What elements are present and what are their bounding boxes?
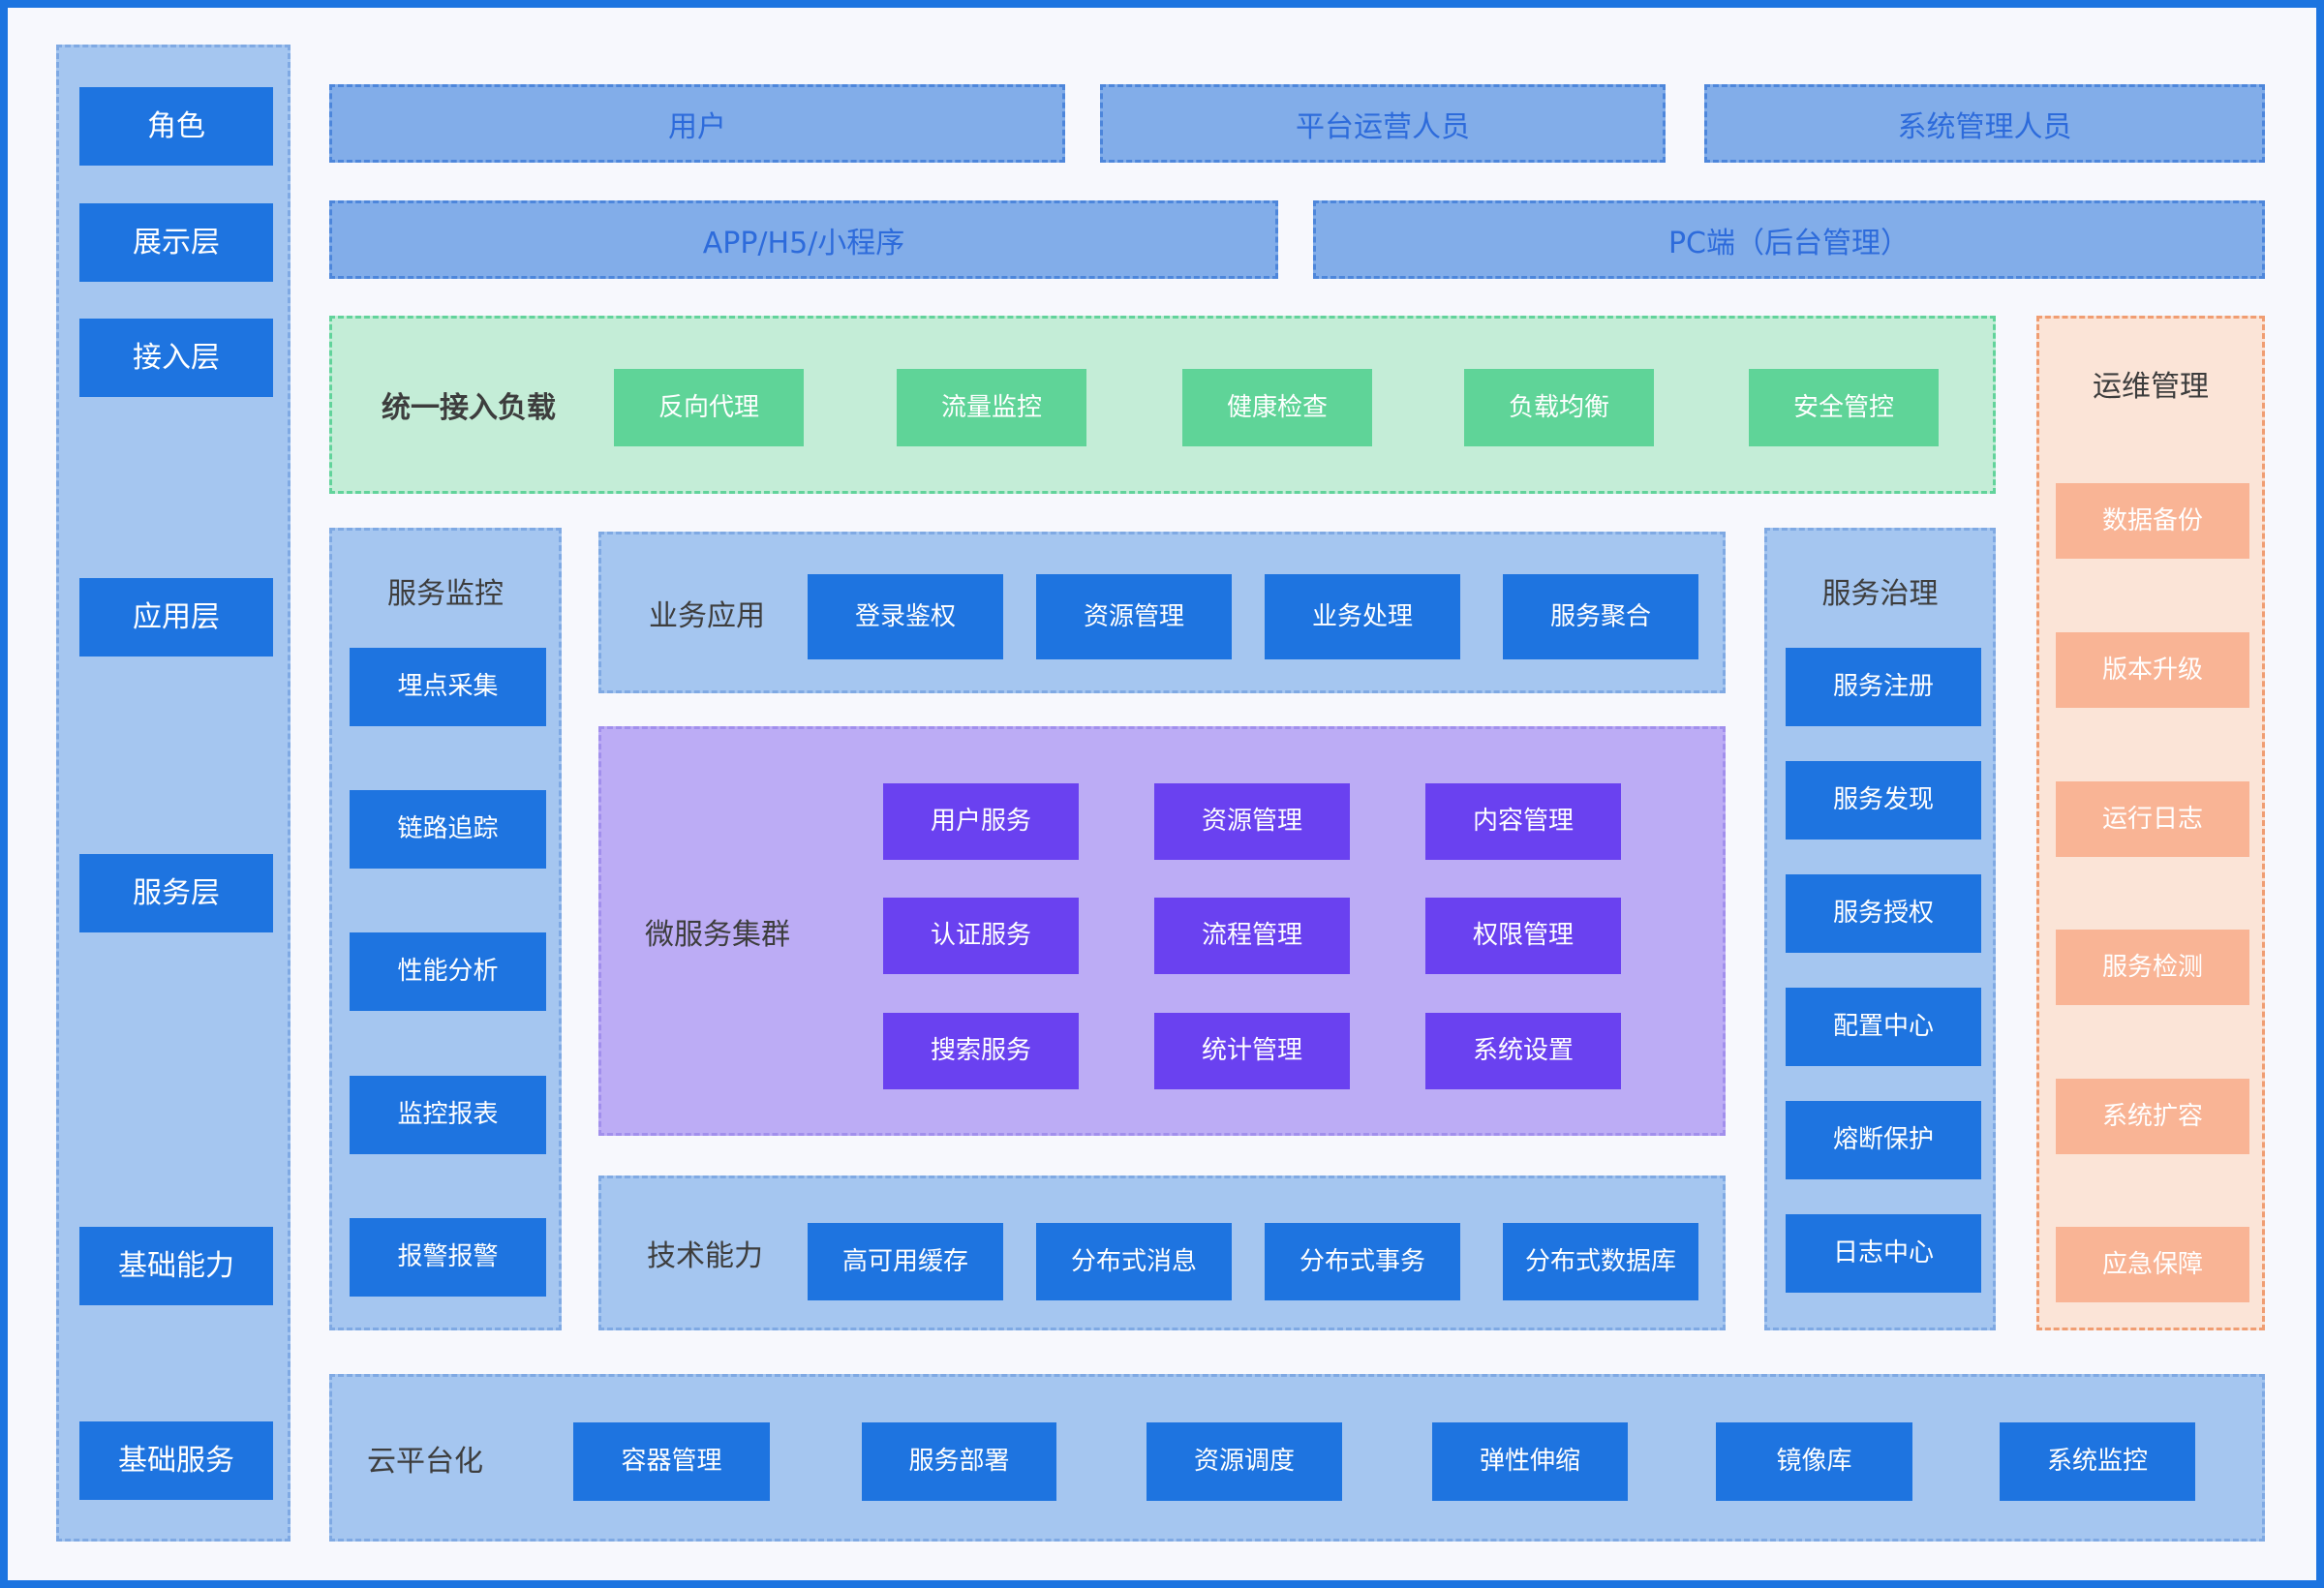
access-chip-security-control: 安全管控 bbox=[1749, 369, 1939, 446]
governance-chip-log-center: 日志中心 bbox=[1786, 1214, 1981, 1293]
monitor-chip-alarm: 报警报警 bbox=[350, 1218, 546, 1297]
role-box-platform-operator: 平台运营人员 bbox=[1100, 84, 1666, 163]
business-chip-login-auth: 登录鉴权 bbox=[808, 574, 1003, 659]
ops-chip-runtime-log: 运行日志 bbox=[2056, 781, 2249, 857]
microservice-cluster-label: 微服务集群 bbox=[645, 729, 790, 1133]
cloud-chip-resource-scheduling: 资源调度 bbox=[1147, 1422, 1342, 1501]
tech-chip-ha-cache: 高可用缓存 bbox=[808, 1223, 1003, 1300]
sidebar-item-role: 角色 bbox=[79, 87, 273, 166]
micro-chip-stats-mgmt: 统计管理 bbox=[1154, 1013, 1350, 1089]
micro-chip-content-mgmt: 内容管理 bbox=[1425, 783, 1621, 860]
sidebar-item-presentation-layer: 展示层 bbox=[79, 203, 273, 282]
service-monitor-title: 服务监控 bbox=[332, 569, 559, 612]
governance-chip-service-register: 服务注册 bbox=[1786, 648, 1981, 726]
unified-access-panel: 统一接入负载 反向代理 流量监控 健康检查 负载均衡 安全管控 bbox=[329, 316, 1996, 494]
micro-chip-resource-mgmt: 资源管理 bbox=[1154, 783, 1350, 860]
ops-chip-service-inspection: 服务检测 bbox=[2056, 930, 2249, 1005]
tech-capability-label: 技术能力 bbox=[647, 1178, 763, 1328]
business-chip-business-process: 业务处理 bbox=[1265, 574, 1460, 659]
ops-chip-data-backup: 数据备份 bbox=[2056, 483, 2249, 559]
governance-chip-circuit-breaker: 熔断保护 bbox=[1786, 1101, 1981, 1179]
tech-chip-distributed-transaction: 分布式事务 bbox=[1265, 1223, 1460, 1300]
layers-sidebar-panel: 角色 展示层 接入层 应用层 服务层 基础能力 基础服务 bbox=[56, 45, 290, 1542]
cloud-platform-panel: 云平台化 容器管理 服务部署 资源调度 弹性伸缩 镜像库 系统监控 bbox=[329, 1374, 2265, 1542]
role-box-user: 用户 bbox=[329, 84, 1065, 163]
service-governance-title: 服务治理 bbox=[1767, 569, 1993, 612]
micro-chip-search-service: 搜索服务 bbox=[883, 1013, 1079, 1089]
role-box-system-admin: 系统管理人员 bbox=[1704, 84, 2265, 163]
tech-chip-distributed-message: 分布式消息 bbox=[1036, 1223, 1232, 1300]
client-box-app-h5-mini: APP/H5/小程序 bbox=[329, 200, 1278, 279]
tech-capability-panel: 技术能力 高可用缓存 分布式消息 分布式事务 分布式数据库 bbox=[598, 1176, 1726, 1330]
microservice-cluster-panel: 微服务集群 用户服务 资源管理 内容管理 认证服务 流程管理 权限管理 搜索服务… bbox=[598, 726, 1726, 1136]
architecture-diagram: 角色 展示层 接入层 应用层 服务层 基础能力 基础服务 用户 平台运营人员 系… bbox=[0, 0, 2324, 1588]
business-chip-service-aggregation: 服务聚合 bbox=[1503, 574, 1698, 659]
sidebar-item-application-layer: 应用层 bbox=[79, 578, 273, 657]
ops-chip-system-scaling: 系统扩容 bbox=[2056, 1079, 2249, 1154]
governance-chip-service-discovery: 服务发现 bbox=[1786, 761, 1981, 840]
sidebar-item-basic-service: 基础服务 bbox=[79, 1421, 273, 1500]
sidebar-item-access-layer: 接入层 bbox=[79, 319, 273, 397]
tech-chip-distributed-database: 分布式数据库 bbox=[1503, 1223, 1698, 1300]
governance-chip-config-center: 配置中心 bbox=[1786, 988, 1981, 1066]
micro-chip-permission-mgmt: 权限管理 bbox=[1425, 898, 1621, 974]
micro-chip-system-settings: 系统设置 bbox=[1425, 1013, 1621, 1089]
cloud-chip-image-registry: 镜像库 bbox=[1716, 1422, 1912, 1501]
micro-chip-user-service: 用户服务 bbox=[883, 783, 1079, 860]
sidebar-item-basic-capability: 基础能力 bbox=[79, 1227, 273, 1305]
business-application-label: 业务应用 bbox=[649, 534, 765, 690]
monitor-chip-tracking-collection: 埋点采集 bbox=[350, 648, 546, 726]
access-chip-traffic-monitor: 流量监控 bbox=[897, 369, 1086, 446]
monitor-chip-performance-analysis: 性能分析 bbox=[350, 932, 546, 1011]
sidebar-item-service-layer: 服务层 bbox=[79, 854, 273, 932]
access-chip-health-check: 健康检查 bbox=[1182, 369, 1372, 446]
client-box-pc-admin: PC端（后台管理） bbox=[1313, 200, 2265, 279]
governance-chip-service-authorization: 服务授权 bbox=[1786, 874, 1981, 953]
access-chip-reverse-proxy: 反向代理 bbox=[614, 369, 804, 446]
service-monitor-panel: 服务监控 埋点采集 链路追踪 性能分析 监控报表 报警报警 bbox=[329, 528, 562, 1330]
unified-access-label: 统一接入负载 bbox=[382, 319, 556, 491]
service-governance-panel: 服务治理 服务注册 服务发现 服务授权 配置中心 熔断保护 日志中心 bbox=[1764, 528, 1996, 1330]
cloud-platform-label: 云平台化 bbox=[367, 1377, 483, 1539]
cloud-chip-elastic-scaling: 弹性伸缩 bbox=[1432, 1422, 1628, 1501]
cloud-chip-service-deploy: 服务部署 bbox=[862, 1422, 1056, 1501]
business-application-panel: 业务应用 登录鉴权 资源管理 业务处理 服务聚合 bbox=[598, 532, 1726, 693]
access-chip-load-balance: 负载均衡 bbox=[1464, 369, 1654, 446]
ops-management-title: 运维管理 bbox=[2039, 362, 2262, 405]
ops-chip-version-upgrade: 版本升级 bbox=[2056, 632, 2249, 708]
monitor-chip-monitor-report: 监控报表 bbox=[350, 1076, 546, 1154]
ops-management-panel: 运维管理 数据备份 版本升级 运行日志 服务检测 系统扩容 应急保障 bbox=[2036, 316, 2265, 1330]
business-chip-resource-mgmt: 资源管理 bbox=[1036, 574, 1232, 659]
monitor-chip-trace-tracking: 链路追踪 bbox=[350, 790, 546, 869]
cloud-chip-system-monitor: 系统监控 bbox=[2000, 1422, 2195, 1501]
ops-chip-emergency-support: 应急保障 bbox=[2056, 1227, 2249, 1302]
micro-chip-auth-service: 认证服务 bbox=[883, 898, 1079, 974]
cloud-chip-container-mgmt: 容器管理 bbox=[573, 1422, 770, 1501]
micro-chip-process-mgmt: 流程管理 bbox=[1154, 898, 1350, 974]
